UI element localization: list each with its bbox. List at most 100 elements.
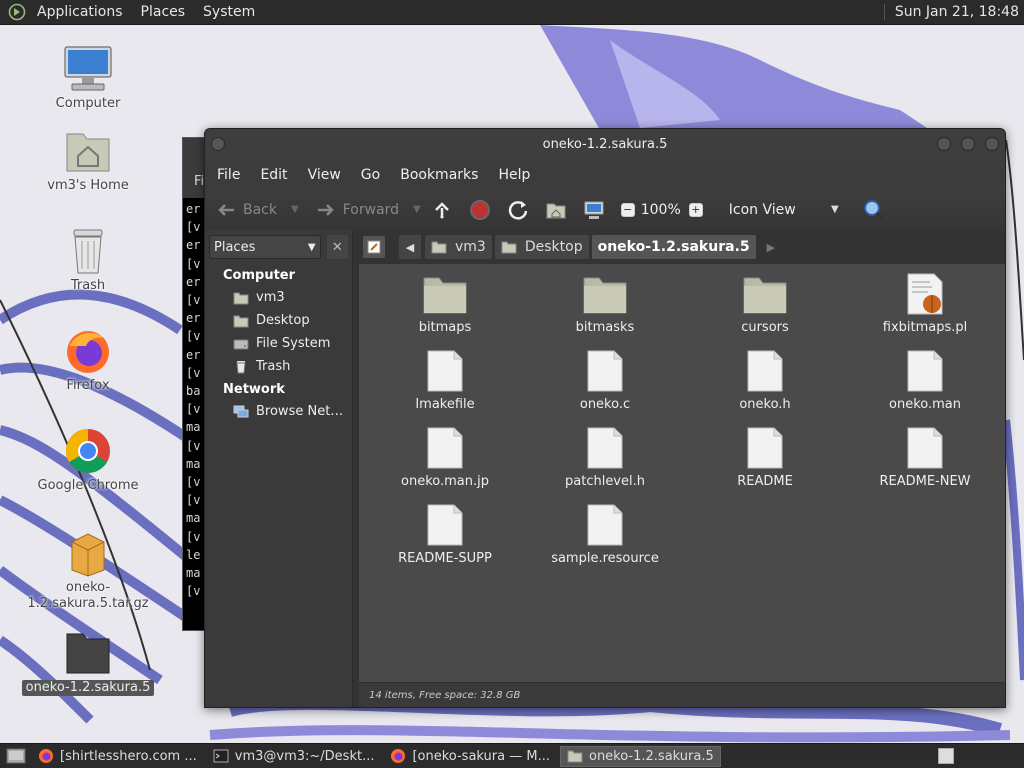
file-name: sample.resource <box>551 551 659 566</box>
zoom-in-icon[interactable]: + <box>688 202 703 217</box>
folder-item[interactable]: bitmaps <box>365 272 525 335</box>
text-file-icon <box>525 349 685 393</box>
breadcrumb-right-icon[interactable]: ▶ <box>767 241 775 254</box>
sidebar-mode-select[interactable]: Places ▼ <box>209 235 321 259</box>
breadcrumb-vm3[interactable]: vm3 <box>425 235 492 259</box>
back-history-caret-icon[interactable]: ▼ <box>291 204 299 215</box>
menu-help[interactable]: Help <box>488 167 540 183</box>
sidebar: Places ▼ ✕ Computer vm3 Desktop File Sys… <box>205 230 353 707</box>
window-titlebar[interactable]: oneko-1.2.sakura.5 <box>205 129 1005 160</box>
system-menu[interactable]: System <box>194 0 264 25</box>
toolbar: Back ▼ Forward ▼ − 100% + Icon View ▼ <box>205 189 1005 230</box>
trash-icon <box>233 360 249 374</box>
taskbar-item-firefox-2[interactable]: [oneko-sakura — M... <box>384 746 556 767</box>
file-name: oneko.man <box>889 397 961 412</box>
up-button[interactable] <box>431 199 459 221</box>
text-file-icon <box>525 503 685 547</box>
chevron-down-icon: ▼ <box>831 204 839 215</box>
file-item[interactable]: README <box>685 426 845 489</box>
file-item[interactable]: sample.resource <box>525 503 685 566</box>
desktop-icon-trash[interactable]: Trash <box>18 226 158 294</box>
distro-logo-icon[interactable] <box>6 1 28 23</box>
file-item[interactable]: README-NEW <box>845 426 1005 489</box>
window-body: Places ▼ ✕ Computer vm3 Desktop File Sys… <box>205 230 1005 707</box>
breadcrumb-desktop[interactable]: Desktop <box>494 235 589 259</box>
applications-menu[interactable]: Applications <box>28 0 132 25</box>
view-mode-select[interactable]: Icon View ▼ <box>729 202 839 218</box>
file-name: oneko.c <box>579 397 631 412</box>
file-name: cursors <box>741 320 789 335</box>
close-button[interactable] <box>985 137 999 151</box>
file-name: oneko.man.jp <box>401 474 489 489</box>
forward-button[interactable]: Forward ▼ <box>315 199 421 221</box>
edit-location-icon[interactable] <box>363 236 385 258</box>
reload-button[interactable] <box>507 199 535 221</box>
breadcrumb-current-folder[interactable]: oneko-1.2.sakura.5 <box>591 235 756 259</box>
taskbar-item-terminal[interactable]: vm3@vm3:~/Deskt... <box>207 746 381 767</box>
stop-button[interactable] <box>469 199 497 221</box>
forward-history-caret-icon[interactable]: ▼ <box>413 204 421 215</box>
text-file-icon <box>365 349 525 393</box>
desktop-icon-computer[interactable]: Computer <box>18 44 158 112</box>
show-desktop-button[interactable] <box>4 746 28 766</box>
text-file-icon <box>845 426 1005 470</box>
reload-icon <box>507 199 529 221</box>
zoom-control: − 100% + <box>620 202 709 218</box>
file-item[interactable]: oneko.man.jp <box>365 426 525 489</box>
zoom-out-icon[interactable]: − <box>620 202 635 217</box>
file-item[interactable]: oneko.c <box>525 349 685 412</box>
sidebar-close-icon[interactable]: ✕ <box>326 235 348 259</box>
window-title: oneko-1.2.sakura.5 <box>542 137 668 152</box>
folder-item[interactable]: bitmasks <box>525 272 685 335</box>
file-item[interactable]: oneko.man <box>845 349 1005 412</box>
file-name: fixbitmaps.pl <box>882 320 968 335</box>
search-button[interactable] <box>863 199 891 221</box>
workspace-switcher[interactable] <box>938 748 954 764</box>
window-menu-button[interactable] <box>211 137 225 151</box>
archive-icon <box>71 533 105 577</box>
folder-item[interactable]: cursors <box>685 272 845 335</box>
clock[interactable]: Sun Jan 21, 18:48 <box>883 4 1024 20</box>
places-menu[interactable]: Places <box>132 0 195 25</box>
file-item[interactable]: patchlevel.h <box>525 426 685 489</box>
stop-icon <box>469 199 491 221</box>
menu-bookmarks[interactable]: Bookmarks <box>390 167 488 183</box>
taskbar-item-firefox-1[interactable]: [shirtlesshero.com ... <box>32 746 203 767</box>
sidebar-item-vm3[interactable]: vm3 <box>205 286 352 309</box>
menu-file[interactable]: File <box>207 167 250 183</box>
home-button[interactable] <box>545 199 573 221</box>
bottom-taskbar: [shirtlesshero.com ... vm3@vm3:~/Deskt..… <box>0 743 1024 768</box>
sidebar-item-file-system[interactable]: File System <box>205 332 352 355</box>
home-folder-icon <box>545 199 567 221</box>
menubar: File Edit View Go Bookmarks Help <box>205 160 1005 189</box>
sidebar-group-network: Network <box>223 382 285 397</box>
sidebar-item-trash[interactable]: Trash <box>205 355 352 378</box>
text-file-icon <box>525 426 685 470</box>
file-manager-window[interactable]: oneko-1.2.sakura.5 File Edit View Go Boo… <box>204 128 1006 708</box>
arrow-up-icon <box>431 199 453 221</box>
computer-button[interactable] <box>583 199 611 221</box>
chrome-icon <box>66 429 110 473</box>
file-item[interactable]: README-SUPP <box>365 503 525 566</box>
desktop-icon-firefox[interactable]: Firefox <box>18 326 158 394</box>
minimize-button[interactable] <box>937 137 951 151</box>
desktop-icon-google-chrome[interactable]: Google Chrome <box>18 426 158 494</box>
menu-go[interactable]: Go <box>351 167 390 183</box>
menu-edit[interactable]: Edit <box>250 167 297 183</box>
menu-view[interactable]: View <box>298 167 351 183</box>
maximize-button[interactable] <box>961 137 975 151</box>
breadcrumb-left-icon[interactable]: ◀ <box>399 235 421 259</box>
taskbar-item-file-manager[interactable]: oneko-1.2.sakura.5 <box>559 745 721 767</box>
desktop-icon-oneko-folder[interactable]: oneko-1.2.sakura.5 <box>18 628 158 696</box>
file-item[interactable]: fixbitmaps.pl <box>845 272 1005 335</box>
search-icon <box>863 199 885 221</box>
sidebar-item-desktop[interactable]: Desktop <box>205 309 352 332</box>
desktop-icon-home[interactable]: vm3's Home <box>18 126 158 194</box>
back-button[interactable]: Back ▼ <box>215 199 299 221</box>
sidebar-item-browse-network[interactable]: Browse Net… <box>205 400 352 423</box>
file-name: README-SUPP <box>398 551 492 566</box>
file-item[interactable]: oneko.h <box>685 349 845 412</box>
folder-icon <box>567 748 583 764</box>
desktop-icon-tarball[interactable]: oneko-1.2.sakura.5.tar.gz <box>18 528 158 612</box>
file-item[interactable]: Imakefile <box>365 349 525 412</box>
